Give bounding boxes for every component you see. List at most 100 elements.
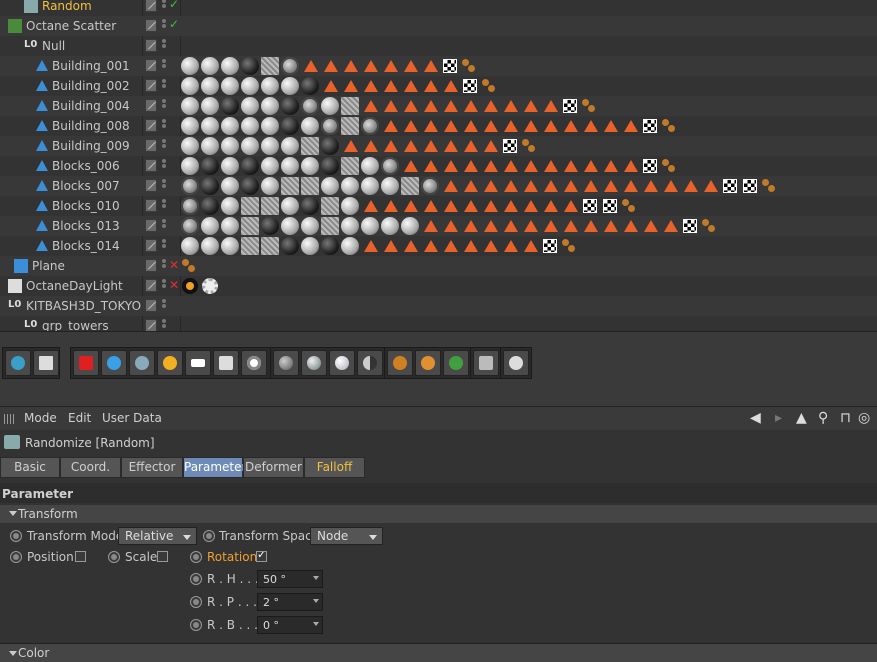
selection-tag-icon[interactable] (524, 220, 538, 232)
selection-tag-icon[interactable] (624, 160, 638, 172)
daylight-tag-icon[interactable] (202, 278, 218, 294)
object-tag-icon[interactable] (662, 119, 676, 133)
position-anim-toggle[interactable] (10, 551, 22, 563)
area-light-button[interactable] (185, 350, 211, 376)
selection-tag-icon[interactable] (524, 160, 538, 172)
material-tag-icon[interactable] (261, 197, 279, 215)
material-tag-icon[interactable] (301, 237, 319, 255)
shuffle-button[interactable] (473, 350, 499, 376)
selection-tag-icon[interactable] (404, 240, 418, 252)
material-tag-icon[interactable] (401, 177, 419, 195)
layer-icon[interactable] (145, 259, 157, 272)
object-tag-icon[interactable] (582, 99, 596, 113)
material-tag-icon[interactable] (301, 97, 319, 115)
material-tag-icon[interactable] (301, 77, 319, 95)
object-row-null[interactable]: L0 Null (0, 36, 877, 56)
material-tag-icon[interactable] (241, 77, 259, 95)
selection-tag-icon[interactable] (404, 200, 418, 212)
material-tag-icon[interactable] (261, 97, 279, 115)
object-row-blocks-006[interactable]: Blocks_006 (0, 156, 877, 176)
disabled-x-icon[interactable]: ✕ (169, 258, 179, 272)
selection-tag-icon[interactable] (444, 140, 458, 152)
object-tag-icon[interactable] (482, 79, 496, 93)
selection-tag-icon[interactable] (464, 120, 478, 132)
scale-anim-toggle[interactable] (108, 551, 120, 563)
material-tag-icon[interactable] (321, 177, 339, 195)
object-row-blocks-010[interactable]: Blocks_010 (0, 196, 877, 216)
selection-tag-icon[interactable] (684, 180, 698, 192)
tab-basic[interactable]: Basic (0, 457, 60, 478)
position-checkbox[interactable] (75, 551, 86, 562)
material-tag-icon[interactable] (241, 237, 259, 255)
mix-material-button[interactable] (357, 350, 383, 376)
texture-tag-icon[interactable] (643, 159, 657, 173)
material-tag-icon[interactable] (361, 217, 379, 235)
material-tag-icon[interactable] (261, 177, 279, 195)
selection-tag-icon[interactable] (344, 60, 358, 72)
material-tag-icon[interactable] (281, 77, 299, 95)
object-row-plane[interactable]: Plane ✕ (0, 256, 877, 276)
material-tag-icon[interactable] (261, 217, 279, 235)
selection-tag-icon[interactable] (464, 200, 478, 212)
layer-icon[interactable] (145, 319, 157, 331)
selection-tag-icon[interactable] (664, 220, 678, 232)
material-tag-icon[interactable] (361, 157, 379, 175)
selection-tag-icon[interactable] (384, 80, 398, 92)
texture-tag-icon[interactable] (583, 199, 597, 213)
selection-tag-icon[interactable] (484, 100, 498, 112)
selection-tag-icon[interactable] (624, 120, 638, 132)
selection-tag-icon[interactable] (484, 140, 498, 152)
material-tag-icon[interactable] (221, 97, 239, 115)
selection-tag-icon[interactable] (484, 240, 498, 252)
material-tag-icon[interactable] (221, 117, 239, 135)
rotation-anim-toggle[interactable] (190, 551, 202, 563)
selection-tag-icon[interactable] (524, 120, 538, 132)
selection-tag-icon[interactable] (424, 60, 438, 72)
object-tag-icon[interactable] (462, 59, 476, 73)
texture-tag-icon[interactable] (463, 79, 477, 93)
material-tag-icon[interactable] (341, 157, 359, 175)
selection-tag-icon[interactable] (604, 160, 618, 172)
selection-tag-icon[interactable] (504, 240, 518, 252)
material-tag-icon[interactable] (261, 117, 279, 135)
selection-tag-icon[interactable] (464, 180, 478, 192)
material-tag-icon[interactable] (221, 77, 239, 95)
selection-tag-icon[interactable] (444, 220, 458, 232)
visibility-dots-icon[interactable] (162, 19, 166, 33)
object-tag-icon[interactable] (522, 139, 536, 153)
material-tag-icon[interactable] (321, 137, 339, 155)
texture-tag-icon[interactable] (723, 179, 737, 193)
selection-tag-icon[interactable] (504, 220, 518, 232)
object-row-building-008[interactable]: Building_008 (0, 116, 877, 136)
selection-tag-icon[interactable] (564, 220, 578, 232)
material-tag-icon[interactable] (381, 177, 399, 195)
selection-tag-icon[interactable] (364, 140, 378, 152)
octane-settings-button[interactable] (33, 350, 59, 376)
selection-tag-icon[interactable] (644, 180, 658, 192)
object-row-grp-towers[interactable]: L0 grp_towers (0, 316, 877, 331)
tab-parameter[interactable]: Parameter (183, 457, 246, 478)
object-tag-icon[interactable] (562, 239, 576, 253)
visibility-dots-icon[interactable] (162, 79, 166, 93)
selection-tag-icon[interactable] (484, 160, 498, 172)
texture-tag-icon[interactable] (563, 99, 577, 113)
selection-tag-icon[interactable] (404, 160, 418, 172)
material-tag-icon[interactable] (261, 157, 279, 175)
spot-light-button[interactable] (241, 350, 267, 376)
texture-tag-icon[interactable] (503, 139, 517, 153)
object-tag-icon[interactable] (182, 259, 196, 273)
selection-tag-icon[interactable] (424, 140, 438, 152)
material-tag-icon[interactable] (341, 237, 359, 255)
material-tag-icon[interactable] (261, 237, 279, 255)
selection-tag-icon[interactable] (384, 60, 398, 72)
visibility-dots-icon[interactable] (162, 219, 166, 233)
object-row-blocks-007[interactable]: Blocks_007 (0, 176, 877, 196)
selection-tag-icon[interactable] (504, 160, 518, 172)
selection-tag-icon[interactable] (604, 180, 618, 192)
object-tag-icon[interactable] (702, 219, 716, 233)
selection-tag-icon[interactable] (364, 80, 378, 92)
selection-tag-icon[interactable] (544, 220, 558, 232)
search-icon[interactable]: ⚲ (818, 410, 828, 426)
object-tag-icon[interactable] (622, 199, 636, 213)
material-tag-icon[interactable] (221, 237, 239, 255)
